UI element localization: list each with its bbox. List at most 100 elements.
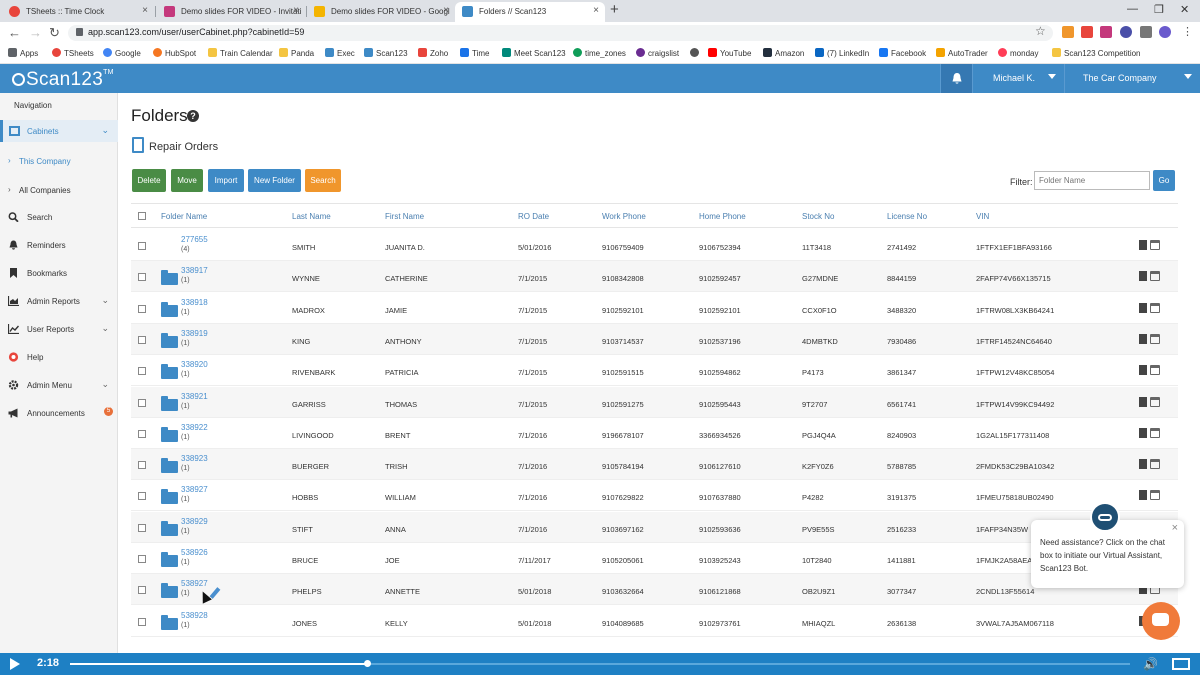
move-button[interactable]: Move <box>171 169 203 192</box>
bookmark-icon[interactable] <box>1139 365 1147 376</box>
table-row[interactable]: 338920 (1) RIVENBARK PATRICIA 7/1/2015 910259… <box>131 355 1178 387</box>
forward-arrow-icon[interactable]: → <box>29 25 42 40</box>
row-checkbox[interactable] <box>138 461 146 470</box>
bookmark-apps[interactable]: Apps <box>8 48 38 58</box>
bookmark-time-zones[interactable]: time_zones <box>573 48 626 58</box>
new-folder-button[interactable]: New Folder <box>248 169 301 192</box>
bookmark-icon[interactable] <box>1139 490 1147 501</box>
table-row[interactable]: 338927 (1) HOBBS WILLIAM 7/1/2016 9107629822 9… <box>131 480 1178 512</box>
folder-icon[interactable] <box>161 270 178 286</box>
bookmark-icon[interactable] <box>1139 271 1147 282</box>
bookmark-google[interactable]: Google <box>103 48 141 58</box>
notifications-button[interactable] <box>940 64 972 93</box>
table-row[interactable]: 277655 (4) SMITH JUANITA D. 5/01/2016 9106759… <box>131 230 1178 261</box>
star-bookmark-icon[interactable]: ☆ <box>1035 24 1046 38</box>
column-header-last-name[interactable]: Last Name <box>292 212 331 221</box>
row-checkbox[interactable] <box>138 242 146 250</box>
table-row[interactable]: 538927 (1) PHELPS ANNETTE 5/01/2018 910363266… <box>131 574 1178 606</box>
calendar-icon[interactable] <box>1150 396 1160 407</box>
close-tab-icon[interactable]: × <box>142 5 148 16</box>
row-checkbox[interactable] <box>138 367 146 376</box>
bookmark-amazon[interactable]: Amazon <box>763 48 804 58</box>
table-row[interactable]: 338918 (1) MADROX JAMIE 7/1/2015 9102592101 91… <box>131 293 1178 324</box>
column-header-ro-date[interactable]: RO Date <box>518 212 549 221</box>
folder-name-filter-input[interactable] <box>1034 171 1150 190</box>
import-button[interactable]: Import <box>208 169 244 192</box>
bookmark-tsheets[interactable]: TSheets <box>52 48 94 58</box>
row-checkbox[interactable] <box>138 304 146 313</box>
question-circle-icon[interactable]: ? <box>187 110 199 122</box>
close-icon[interactable]: × <box>1172 522 1178 534</box>
url-field[interactable]: app.scan123.com/user/userCabinet.php?cab… <box>68 25 1053 41</box>
bookmark-exec[interactable]: Exec <box>325 48 355 58</box>
folder-icon[interactable] <box>161 489 178 505</box>
sidebar-item-admin-reports[interactable]: Admin Reports ⌄ <box>0 290 118 312</box>
new-tab-plus-icon[interactable]: + <box>610 1 619 18</box>
bookmark-autotrader[interactable]: AutoTrader <box>936 48 988 58</box>
folder-icon[interactable] <box>161 395 178 411</box>
calendar-icon[interactable] <box>1150 490 1160 501</box>
folder-link[interactable]: 338929 <box>181 517 208 526</box>
close-tab-icon[interactable]: × <box>593 5 599 16</box>
bookmark-youtube[interactable]: YouTube <box>708 48 751 58</box>
column-header-vin[interactable]: VIN <box>976 212 989 221</box>
volume-icon[interactable]: 🔊 <box>1143 657 1158 671</box>
folder-link[interactable]: 277655 <box>181 235 208 244</box>
folder-icon[interactable] <box>161 364 178 380</box>
bookmark-panda[interactable]: Panda <box>279 48 314 58</box>
calendar-icon[interactable] <box>1150 365 1160 376</box>
row-checkbox[interactable] <box>138 335 146 344</box>
folder-link[interactable]: 338927 <box>181 485 208 494</box>
calendar-icon[interactable] <box>1150 271 1160 282</box>
table-row[interactable]: 538928 (1) JONES KELLY 5/01/2018 9104089685 91… <box>131 606 1178 637</box>
calendar-icon[interactable] <box>1150 459 1160 470</box>
sidebar-item-all-companies[interactable]: › All Companies <box>0 182 118 200</box>
folder-link[interactable]: 538928 <box>181 611 208 620</box>
folder-icon[interactable] <box>161 426 178 442</box>
folder-icon[interactable] <box>161 301 178 317</box>
column-header-home-phone[interactable]: Home Phone <box>699 212 746 221</box>
fullscreen-icon[interactable] <box>1172 658 1190 670</box>
folder-icon[interactable] <box>161 458 178 474</box>
sidebar-item-user-reports[interactable]: User Reports ⌄ <box>0 318 118 340</box>
calendar-icon[interactable] <box>1150 302 1160 313</box>
sidebar-item-announcements[interactable]: Announcements 5 <box>0 402 118 424</box>
table-row[interactable]: 338923 (1) BUERGER TRISH 7/1/2016 9105784194 9… <box>131 449 1178 481</box>
folder-link[interactable]: 538926 <box>181 548 208 557</box>
bookmark-train-calendar[interactable]: Train Calendar <box>208 48 273 58</box>
column-header-work-phone[interactable]: Work Phone <box>602 212 646 221</box>
folder-icon[interactable] <box>161 552 178 567</box>
tab-tsheets[interactable]: TSheets :: Time Clock × <box>2 2 154 22</box>
go-button[interactable]: Go <box>1153 170 1175 191</box>
row-checkbox[interactable] <box>138 555 146 563</box>
tab-folders-scan123[interactable]: Folders // Scan123 × <box>455 2 605 22</box>
table-row[interactable]: 538926 (1) BRUCE JOE 7/11/2017 9105205061 9103… <box>131 543 1178 574</box>
bookmark-icon[interactable] <box>1139 459 1147 470</box>
column-header-license-no[interactable]: License No <box>887 212 927 221</box>
row-checkbox[interactable] <box>138 492 146 501</box>
bookmark-scan123-competition[interactable]: Scan123 Competition <box>1052 48 1141 58</box>
folder-link[interactable]: 338918 <box>181 298 208 307</box>
sidebar-item-cabinets[interactable]: Cabinets ⌄ <box>0 120 118 142</box>
sidebar-item-reminders[interactable]: Reminders <box>0 234 118 256</box>
sidebar-item-bookmarks[interactable]: Bookmarks <box>0 262 118 284</box>
close-tab-icon[interactable]: × <box>293 5 299 16</box>
bookmark-linkedin[interactable]: (7) LinkedIn <box>815 48 869 58</box>
table-row[interactable]: 338922 (1) LIVINGOOD BRENT 7/1/2016 919667810… <box>131 418 1178 449</box>
company-menu[interactable]: The Car Company <box>1064 64 1200 93</box>
folder-link[interactable]: 338919 <box>181 329 208 338</box>
extension-icon[interactable] <box>1081 26 1093 38</box>
row-checkbox[interactable] <box>138 398 146 407</box>
row-checkbox[interactable] <box>138 429 146 438</box>
row-checkbox[interactable] <box>138 586 146 595</box>
minimize-window-icon[interactable]: — <box>1127 3 1138 15</box>
folder-link[interactable]: 338923 <box>181 454 208 463</box>
folder-icon[interactable] <box>161 332 178 348</box>
video-scrubber-handle[interactable] <box>363 660 371 667</box>
delete-button[interactable]: Delete <box>132 169 166 192</box>
bookmark-hubspot[interactable]: HubSpot <box>153 48 196 58</box>
column-header-stock-no[interactable]: Stock No <box>802 212 834 221</box>
bookmark-time[interactable]: Time <box>460 48 489 58</box>
extensions-puzzle-icon[interactable] <box>1140 26 1152 38</box>
column-header-folder-name[interactable]: Folder Name <box>161 212 207 221</box>
